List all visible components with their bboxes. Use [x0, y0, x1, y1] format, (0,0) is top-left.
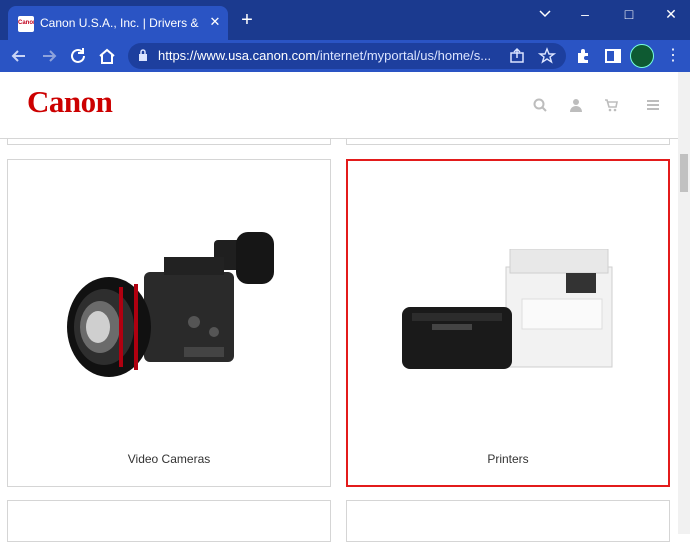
address-bar[interactable]: https://www.usa.canon.com/internet/mypor… — [128, 43, 566, 69]
favicon-text: Canon — [18, 20, 34, 26]
product-card-next-right[interactable] — [346, 500, 670, 542]
card-edge-top-left — [7, 138, 331, 145]
scrollbar-thumb[interactable] — [680, 154, 688, 192]
tab-title: Canon U.S.A., Inc. | Drivers & Downloads — [40, 16, 200, 30]
browser-menu-icon[interactable]: ⋮ — [662, 45, 684, 67]
url-host: https://www.usa.canon.com — [158, 48, 317, 63]
bookmark-star-icon[interactable] — [538, 47, 556, 65]
card-edge-top-right — [346, 138, 670, 145]
page-scrollbar[interactable] — [678, 72, 690, 534]
profile-avatar[interactable] — [630, 44, 654, 68]
browser-toolbar: https://www.usa.canon.com/internet/mypor… — [0, 40, 690, 72]
cart-icon[interactable] — [604, 98, 618, 112]
home-icon[interactable] — [96, 45, 118, 67]
canon-favicon-icon: Canon — [18, 16, 34, 32]
url-text[interactable]: https://www.usa.canon.com/internet/mypor… — [158, 48, 508, 64]
forward-arrow-icon[interactable] — [38, 45, 60, 67]
product-card-video-cameras[interactable]: Video Cameras — [7, 159, 331, 487]
side-panel-icon[interactable] — [602, 45, 624, 67]
lock-icon[interactable] — [138, 49, 148, 62]
site-header: Canon — [0, 72, 678, 139]
tab-search-chevron-icon[interactable] — [530, 4, 560, 24]
maximize-button[interactable]: □ — [614, 4, 644, 24]
new-tab-button[interactable]: + — [236, 9, 258, 31]
canon-logo[interactable]: Canon — [27, 84, 113, 120]
product-card-next-left[interactable] — [7, 500, 331, 542]
video-camera-image — [67, 232, 274, 377]
printer-image — [402, 249, 613, 369]
user-icon[interactable] — [569, 98, 583, 112]
browser-tab-active[interactable]: Canon Canon U.S.A., Inc. | Drivers & Dow… — [8, 6, 228, 40]
share-icon[interactable] — [508, 47, 526, 65]
product-label: Printers — [487, 452, 529, 466]
reload-icon[interactable] — [67, 45, 89, 67]
browser-tab-strip: Canon Canon U.S.A., Inc. | Drivers & Dow… — [0, 0, 690, 40]
minimize-button[interactable]: – — [570, 4, 600, 24]
url-path: /internet/myportal/us/home/s... — [316, 48, 492, 63]
close-window-button[interactable]: ✕ — [656, 4, 686, 24]
back-arrow-icon[interactable] — [8, 45, 30, 67]
hamburger-menu-icon[interactable] — [646, 98, 660, 112]
search-icon[interactable] — [533, 98, 547, 112]
product-label: Video Cameras — [127, 452, 211, 466]
extensions-puzzle-icon[interactable] — [572, 45, 594, 67]
product-card-printers[interactable]: Printers — [346, 159, 670, 487]
close-tab-icon[interactable]: ✕ — [206, 13, 224, 31]
